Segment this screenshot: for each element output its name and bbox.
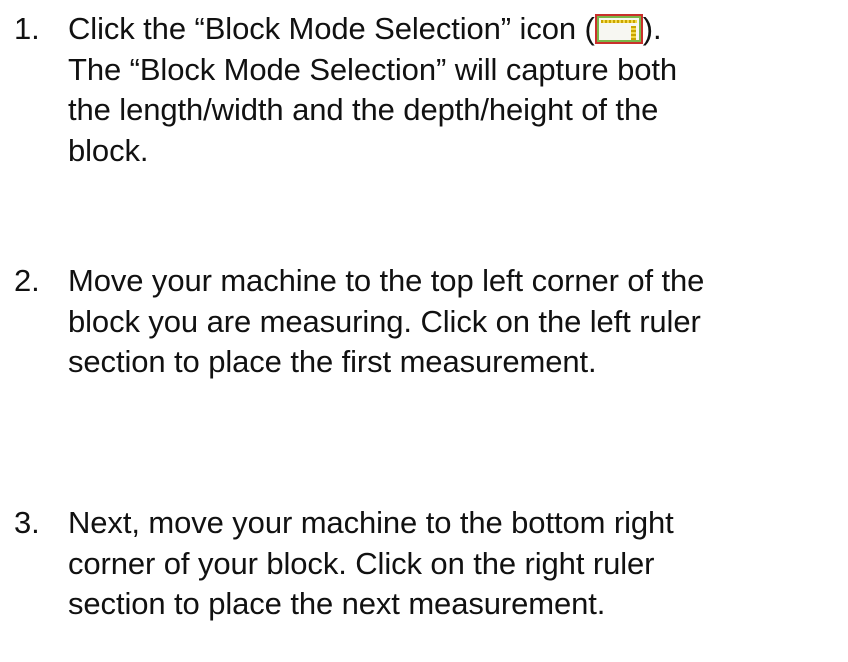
step-3: 3. Next, move your machine to the bottom… [14,503,844,625]
step-line: Move your machine to the top left corner… [68,263,705,298]
step-text: Click the “Block Mode Selection” icon ( [68,11,595,46]
block-mode-selection-icon [594,14,643,44]
ruler-top [600,20,637,23]
step-1: 1. Click the “Block Mode Selection” icon… [14,9,844,171]
ruler-side [630,26,636,40]
step-line: the length/width and the depth/height of… [68,92,659,127]
step-number: 3. [14,505,40,540]
step-number: 1. [14,11,40,46]
step-number: 2. [14,263,40,298]
step-text: ). [642,11,662,46]
step-line: block. [68,132,149,168]
step-2: 2. Move your machine to the top left cor… [14,261,844,383]
step-line: section to place the first measurement. [68,344,597,379]
step-line: section to place the next measurement. [68,586,606,621]
step-line: The “Block Mode Selection” will capture … [68,51,678,87]
step-line: block you are measuring. Click on the le… [68,303,701,339]
step-line: Next, move your machine to the bottom ri… [68,505,674,540]
step-line: corner of your block. Click on the right… [68,545,655,581]
step-line: Click the “Block Mode Selection” icon ()… [14,9,844,50]
